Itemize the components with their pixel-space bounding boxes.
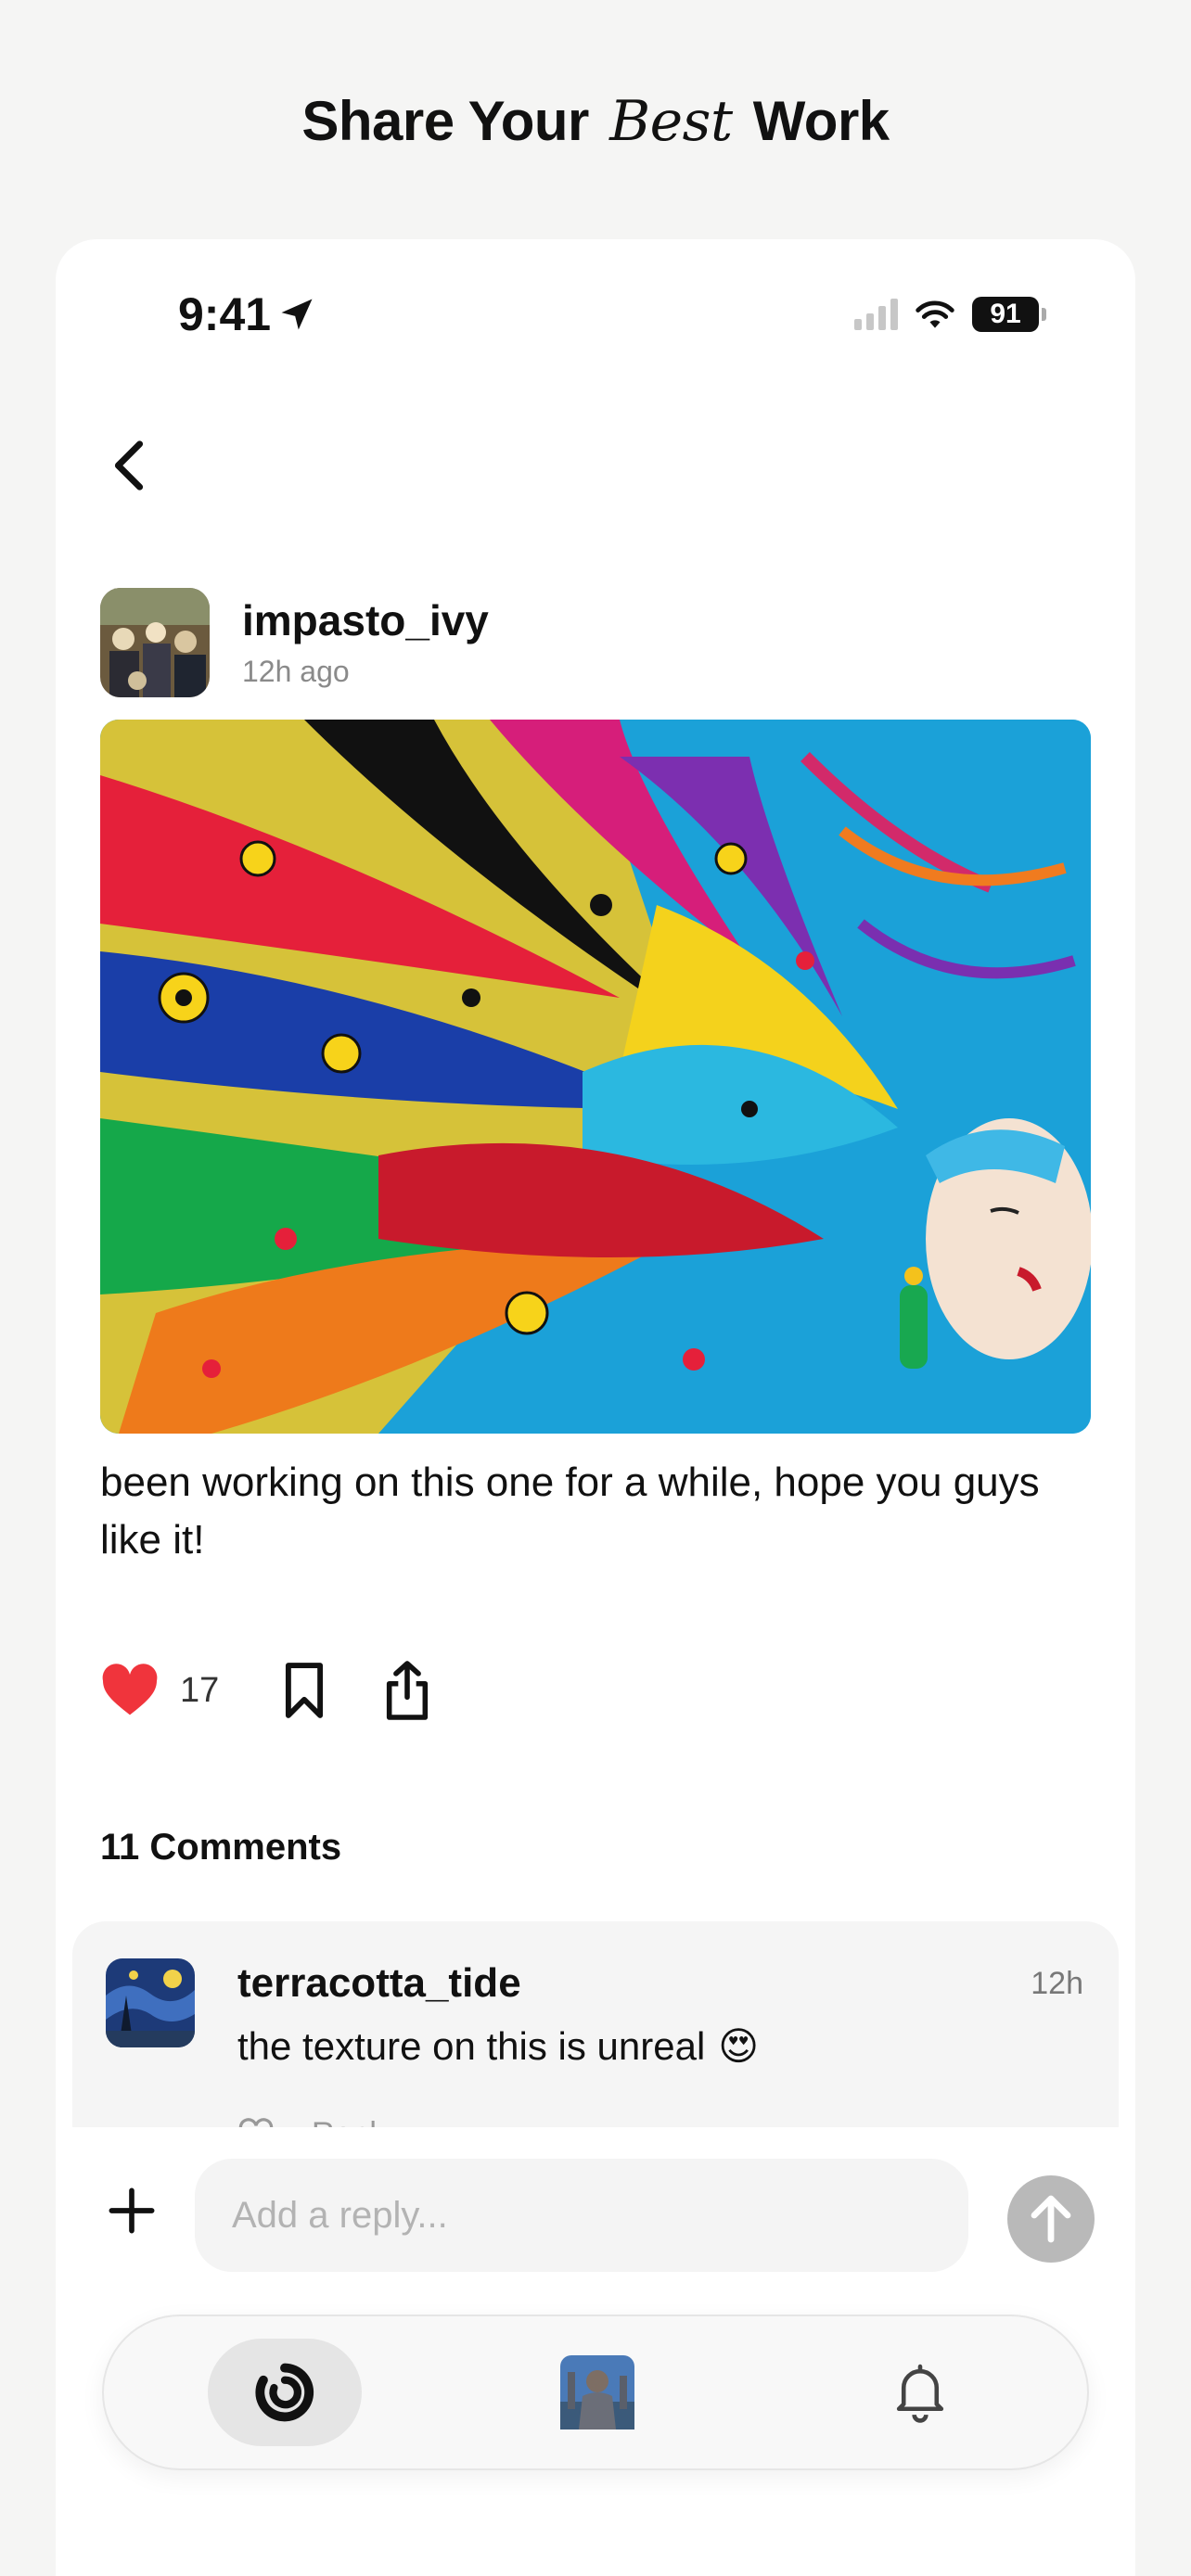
bell-icon [896, 2364, 944, 2423]
home-logo-icon [255, 2363, 314, 2422]
reply-input[interactable] [195, 2159, 968, 2272]
tab-home[interactable] [208, 2339, 362, 2446]
comments-count-title: 11 Comments [100, 1827, 342, 1868]
phone-screen: 9:41 91 impasto_ivy 12h ago been working… [56, 239, 1135, 2576]
post-actions: 17 [100, 1649, 434, 1732]
page-title: Share Your Best Work [0, 89, 1191, 154]
status-time: 9:41 [178, 287, 317, 341]
heart-eyes-emoji: 😍 [718, 2024, 760, 2068]
bookmark-icon [286, 1663, 324, 1718]
back-button[interactable] [96, 428, 161, 503]
like-count: 17 [180, 1670, 220, 1710]
post-timestamp: 12h ago [242, 655, 350, 688]
bottom-tab-bar [102, 2315, 1089, 2470]
send-button[interactable] [1007, 2175, 1095, 2263]
heart-icon [102, 1664, 158, 1715]
post-image[interactable] [100, 720, 1091, 1434]
commenter-username[interactable]: terracotta_tide [237, 1960, 521, 2007]
comment-item: terracotta_tide 12h the texture on this … [72, 1921, 1119, 2162]
plus-icon [109, 2187, 155, 2234]
comment-body: the texture on this is unreal [237, 2023, 706, 2068]
title-part2: Work [752, 90, 890, 152]
comment-time: 12h [1031, 1966, 1083, 2001]
tab-profile[interactable] [560, 2339, 634, 2446]
reply-bar [56, 2127, 1135, 2303]
status-indicators: 91 [854, 297, 1046, 332]
like-button[interactable]: 17 [100, 1664, 219, 1717]
author-avatar[interactable] [100, 588, 210, 697]
title-accent: Best [609, 89, 733, 154]
battery-level: 91 [972, 297, 1039, 332]
status-time-text: 9:41 [178, 288, 272, 340]
bookmark-button[interactable] [284, 1661, 325, 1720]
signal-icon [854, 299, 898, 330]
battery-icon: 91 [972, 297, 1046, 332]
share-icon [387, 1661, 429, 1720]
location-arrow-icon [281, 299, 313, 330]
commenter-avatar[interactable] [106, 1958, 195, 2047]
profile-avatar [560, 2355, 634, 2429]
send-arrow-icon [1031, 2195, 1071, 2243]
share-button[interactable] [380, 1658, 434, 1723]
back-chevron-icon [114, 440, 144, 491]
add-attachment-button[interactable] [95, 2174, 169, 2248]
post-caption: been working on this one for a while, ho… [100, 1460, 1040, 1562]
wifi-icon [916, 300, 954, 328]
author-username[interactable]: impasto_ivy [242, 595, 489, 645]
comment-text: the texture on this is unreal 😍 [237, 2023, 759, 2069]
tab-notifications[interactable] [883, 2339, 957, 2446]
title-part1: Share Your [301, 90, 589, 152]
